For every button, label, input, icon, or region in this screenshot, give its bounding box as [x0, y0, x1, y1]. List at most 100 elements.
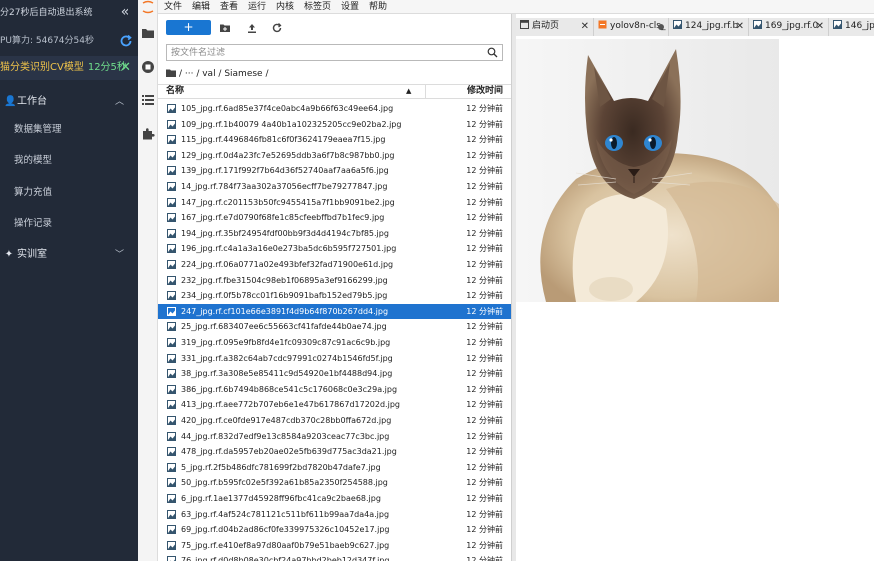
- column-name[interactable]: 名称: [166, 85, 184, 98]
- column-divider[interactable]: [425, 85, 426, 98]
- file-name: 44_jpg.rf.832d7edf9e13c8584a9203ceac77c3…: [181, 431, 390, 441]
- close-tab-icon[interactable]: ✕: [816, 18, 824, 35]
- sidebar-item-recharge[interactable]: 算力充值: [0, 179, 138, 207]
- file-filter-input[interactable]: [171, 46, 481, 59]
- file-row[interactable]: 331_jpg.rf.a382c64ab7cdc97991c0274b1546f…: [158, 351, 511, 367]
- file-modified-time: 12 分钟前: [466, 525, 503, 535]
- chevron-up-icon: ︿: [114, 97, 124, 107]
- menu-view[interactable]: 查看: [220, 0, 238, 14]
- file-row[interactable]: 50_jpg.rf.b595fc02e5f392a61b85a2350f2545…: [158, 475, 511, 491]
- file-row[interactable]: 386_jpg.rf.6b7494b868ce541c5c176068c0e3c…: [158, 382, 511, 398]
- file-row[interactable]: 76_jpg.rf.d0d8b08e30cbf24a97bbd2beb12d34…: [158, 553, 511, 561]
- file-name: 14_jpg.rf.784f73aa302a37056ecff7be792778…: [181, 182, 388, 191]
- menu-edit[interactable]: 编辑: [192, 0, 210, 14]
- close-tab-icon[interactable]: ✕: [736, 18, 744, 35]
- file-row[interactable]: 14_jpg.rf.784f73aa302a37056ecff7be792778…: [158, 179, 511, 195]
- file-row[interactable]: 319_jpg.rf.095e9fb8fd4e1fc09309c87c91ac6…: [158, 335, 511, 351]
- close-model-icon[interactable]: ✕: [120, 58, 131, 78]
- refresh-files-icon[interactable]: [271, 22, 283, 34]
- file-name: 478_jpg.rf.da5957eb20ae02e5fb639d775ac3d…: [181, 447, 397, 457]
- tab-image-169-label: 169_jpg.rf.0: [765, 21, 819, 31]
- menu-run[interactable]: 运行: [248, 0, 266, 14]
- file-modified-time: 12 分钟前: [466, 384, 503, 394]
- tab-launcher[interactable]: 启动页 ✕: [516, 18, 594, 36]
- file-row[interactable]: 25_jpg.rf.683407ee6c55663cf41fafde44b0ae…: [158, 319, 511, 335]
- menu-workspace[interactable]: 👤工作台 ︿: [0, 88, 138, 116]
- sort-ascending-icon[interactable]: ▲: [406, 85, 411, 98]
- image-file-icon: [167, 104, 176, 113]
- image-file-icon: [167, 197, 176, 207]
- file-row[interactable]: 75_jpg.rf.e410ef8a97d80aaf0b79e51baeb9c6…: [158, 538, 511, 554]
- file-modified-time: 12 分钟前: [466, 228, 503, 238]
- list-icon[interactable]: [141, 93, 155, 107]
- file-row[interactable]: 105_jpg.rf.6ad85e37f4ce0abc4a9b66f63c49e…: [158, 101, 511, 117]
- tab-launcher-label: 启动页: [532, 21, 560, 31]
- file-row[interactable]: 194_jpg.rf.35bf24954fdf00bb9f3d4d4194c7b…: [158, 226, 511, 242]
- image-file-icon: [167, 416, 176, 425]
- close-tab-icon[interactable]: ✕: [581, 18, 589, 35]
- active-model-bar: 猫分类识别CV模型 12分5秒: [0, 56, 138, 80]
- file-modified-time: 12 分钟前: [466, 135, 503, 145]
- image-file-icon: [167, 182, 176, 191]
- file-row[interactable]: 247_jpg.rf.cf101e66e3891f4d9b64f870b267d…: [158, 303, 511, 320]
- file-name: 224_jpg.rf.06a0771a02e493bfef32fad71900e…: [181, 260, 394, 269]
- file-modified-time: 12 分钟前: [466, 431, 503, 441]
- file-row[interactable]: 167_jpg.rf.e7d0790f68fe1c85cfeebffbd7b1f…: [158, 210, 511, 226]
- file-row[interactable]: 69_jpg.rf.d04b2ad86cf0fe339975326c10452e…: [158, 522, 511, 538]
- breadcrumb-path[interactable]: / ··· / val / Siamese /: [179, 69, 268, 79]
- file-row[interactable]: 63_jpg.rf.4af524c781121c511bf611b99aa7da…: [158, 507, 511, 523]
- file-row[interactable]: 38_jpg.rf.3a308e5e85411c9d54920e1bf4488d…: [158, 366, 511, 382]
- file-row[interactable]: 115_jpg.rf.4496846fb81c6f0f3624179eaea7f…: [158, 132, 511, 148]
- menu-file[interactable]: 文件: [164, 0, 182, 14]
- file-row[interactable]: 147_jpg.rf.c201153b50fc9455415a7f1bb9091…: [158, 195, 511, 211]
- stop-circle-icon[interactable]: [141, 60, 155, 74]
- file-row[interactable]: 420_jpg.rf.ce0fde917e487cdb370c28bb0ffa6…: [158, 413, 511, 429]
- menu-tabs[interactable]: 标签页: [304, 0, 331, 14]
- file-modified-time: 12 分钟前: [466, 478, 503, 488]
- file-row[interactable]: 44_jpg.rf.832d7edf9e13c8584a9203ceac77c3…: [158, 429, 511, 445]
- file-modified-time: 12 分钟前: [466, 306, 503, 316]
- refresh-icon[interactable]: [119, 34, 133, 48]
- folder-icon[interactable]: [166, 69, 176, 77]
- file-row[interactable]: 5_jpg.rf.2f5b486dfc781699f2bd7820b47dafe…: [158, 460, 511, 476]
- new-launcher-button[interactable]: +: [166, 20, 211, 35]
- image-file-icon: [167, 135, 176, 145]
- new-folder-icon[interactable]: [219, 22, 231, 34]
- tab-image-169[interactable]: 169_jpg.rf.0 ✕: [749, 18, 829, 36]
- file-row[interactable]: 129_jpg.rf.0d4a23fc7e52695ddb3a6f7b8c987…: [158, 148, 511, 164]
- file-row[interactable]: 196_jpg.rf.c4a1a3a16e0e273ba5dc6b595f727…: [158, 241, 511, 257]
- folder-icon[interactable]: [141, 26, 155, 40]
- file-row[interactable]: 6_jpg.rf.1ae1377d45928ff96fbc41ca9c2bae6…: [158, 491, 511, 507]
- column-modified[interactable]: 修改时间: [467, 85, 503, 98]
- extension-puzzle-icon[interactable]: [141, 127, 155, 141]
- file-name: 139_jpg.rf.171f992f7b64d36f52740aaf7aa6a…: [181, 166, 389, 176]
- file-name: 6_jpg.rf.1ae1377d45928ff96fbc41ca9c2bae6…: [181, 494, 381, 503]
- file-row[interactable]: 232_jpg.rf.fbe31504c98eb1f06895a3ef91662…: [158, 273, 511, 289]
- sidebar-item-models[interactable]: 我的模型: [0, 147, 138, 175]
- file-row[interactable]: 234_jpg.rf.0f5b78cc01f16b9091bafb152ed79…: [158, 288, 511, 304]
- image-file-icon: [167, 447, 176, 457]
- file-row[interactable]: 139_jpg.rf.171f992f7b64d36f52740aaf7aa6a…: [158, 163, 511, 179]
- file-name: 75_jpg.rf.e410ef8a97d80aaf0b79e51baeb9c6…: [181, 540, 390, 550]
- menu-help[interactable]: 帮助: [369, 0, 387, 14]
- upload-icon[interactable]: [246, 22, 258, 34]
- file-name: 63_jpg.rf.4af524c781121c511bf611b99aa7da…: [181, 509, 390, 519]
- sparkle-icon: ✦: [4, 249, 14, 260]
- sidebar-item-dataset[interactable]: 数据集管理: [0, 116, 138, 144]
- tab-image-124[interactable]: 124_jpg.rf.b ✕: [669, 18, 749, 36]
- file-name: 232_jpg.rf.fbe31504c98eb1f06895a3ef91662…: [181, 275, 388, 285]
- file-row[interactable]: 109_jpg.rf.1b40079 4a40b1a102325205cc9e0…: [158, 117, 511, 133]
- file-modified-time: 12 分钟前: [466, 166, 503, 176]
- sidebar-item-records[interactable]: 操作记录: [0, 210, 138, 238]
- collapse-sidebar-icon[interactable]: «: [118, 5, 132, 19]
- file-row[interactable]: 224_jpg.rf.06a0771a02e493bfef32fad71900e…: [158, 257, 511, 273]
- file-row[interactable]: 478_jpg.rf.da5957eb20ae02e5fb639d775ac3d…: [158, 444, 511, 460]
- menu-kernel[interactable]: 内核: [276, 0, 294, 14]
- tab-notebook[interactable]: yolov8n-cls_: [594, 18, 669, 36]
- tab-image-146[interactable]: 146_jpg.rf: [829, 18, 874, 36]
- image-file-icon: [167, 369, 176, 379]
- file-modified-time: 12 分钟前: [466, 556, 503, 561]
- menu-settings[interactable]: 设置: [341, 0, 359, 14]
- menu-lab[interactable]: ✦ 实训室 ﹀: [0, 241, 138, 269]
- file-row[interactable]: 413_jpg.rf.aee772b707eb6e1e47b617867d172…: [158, 397, 511, 413]
